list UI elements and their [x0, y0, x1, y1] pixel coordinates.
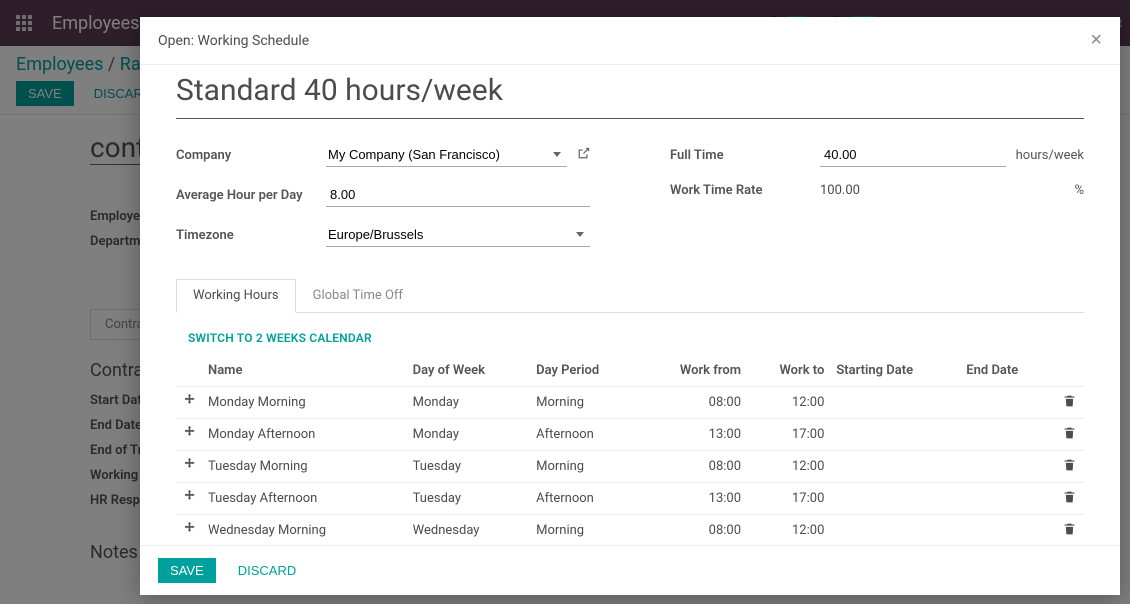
- cell-end[interactable]: [960, 419, 1054, 451]
- col-period: Day Period: [530, 355, 640, 387]
- cell-to[interactable]: 17:00: [747, 419, 830, 451]
- trash-icon[interactable]: [1054, 515, 1084, 546]
- trash-icon[interactable]: [1054, 451, 1084, 483]
- modal-footer: SAVE DISCARD: [140, 545, 1120, 595]
- table-row[interactable]: Tuesday AfternoonTuesdayAfternoon13:0017…: [176, 483, 1084, 515]
- cell-to[interactable]: 12:00: [747, 515, 830, 546]
- col-start: Starting Date: [830, 355, 960, 387]
- cell-end[interactable]: [960, 451, 1054, 483]
- full-time-unit: hours/week: [1016, 148, 1084, 163]
- form-grid: Company Average Hour per Day: [176, 139, 1084, 259]
- trash-icon[interactable]: [1054, 483, 1084, 515]
- cell-end[interactable]: [960, 387, 1054, 419]
- drag-handle-icon[interactable]: [176, 483, 202, 515]
- cell-end[interactable]: [960, 515, 1054, 546]
- drag-handle-icon[interactable]: [176, 515, 202, 546]
- cell-period[interactable]: Morning: [530, 387, 640, 419]
- col-name: Name: [202, 355, 407, 387]
- cell-name[interactable]: Wednesday Morning: [202, 515, 407, 546]
- cell-period[interactable]: Morning: [530, 515, 640, 546]
- external-link-icon[interactable]: [577, 147, 590, 164]
- work-rate-label: Work Time Rate: [670, 183, 820, 198]
- cell-start[interactable]: [830, 483, 960, 515]
- cell-from[interactable]: 13:00: [640, 419, 747, 451]
- cell-start[interactable]: [830, 419, 960, 451]
- cell-dow[interactable]: Monday: [407, 387, 530, 419]
- chevron-down-icon[interactable]: [576, 232, 584, 237]
- cell-to[interactable]: 12:00: [747, 451, 830, 483]
- col-dow: Day of Week: [407, 355, 530, 387]
- cell-dow[interactable]: Wednesday: [407, 515, 530, 546]
- form-col-right: Full Time hours/week Work Time Rate 100.…: [670, 139, 1084, 259]
- tab-global-time-off[interactable]: Global Time Off: [296, 279, 420, 312]
- cell-start[interactable]: [830, 451, 960, 483]
- chevron-down-icon[interactable]: [553, 152, 561, 157]
- drag-handle-icon[interactable]: [176, 451, 202, 483]
- cell-period[interactable]: Afternoon: [530, 419, 640, 451]
- table-row[interactable]: Wednesday MorningWednesdayMorning08:0012…: [176, 515, 1084, 546]
- cell-from[interactable]: 08:00: [640, 515, 747, 546]
- cell-to[interactable]: 17:00: [747, 483, 830, 515]
- cell-to[interactable]: 12:00: [747, 387, 830, 419]
- timezone-select[interactable]: [326, 225, 570, 244]
- cell-name[interactable]: Monday Morning: [202, 387, 407, 419]
- drag-handle-icon[interactable]: [176, 387, 202, 419]
- work-rate-unit: %: [1074, 183, 1084, 198]
- table-row[interactable]: Monday MorningMondayMorning08:0012:00: [176, 387, 1084, 419]
- company-select[interactable]: [326, 145, 547, 164]
- avg-hours-input[interactable]: [326, 183, 590, 207]
- modal-discard-button[interactable]: DISCARD: [226, 558, 309, 583]
- cell-end[interactable]: [960, 483, 1054, 515]
- trash-icon[interactable]: [1054, 387, 1084, 419]
- full-time-label: Full Time: [670, 148, 820, 163]
- cell-from[interactable]: 13:00: [640, 483, 747, 515]
- modal-tabs: Working Hours Global Time Off: [176, 279, 1084, 313]
- switch-calendar-link[interactable]: SWITCH TO 2 WEEKS CALENDAR: [188, 331, 372, 345]
- cell-from[interactable]: 08:00: [640, 451, 747, 483]
- col-from: Work from: [640, 355, 747, 387]
- cell-name[interactable]: Monday Afternoon: [202, 419, 407, 451]
- tab-working-hours[interactable]: Working Hours: [176, 279, 296, 313]
- cell-dow[interactable]: Tuesday: [407, 451, 530, 483]
- col-end: End Date: [960, 355, 1054, 387]
- table-row[interactable]: Monday AfternoonMondayAfternoon13:0017:0…: [176, 419, 1084, 451]
- modal-save-button[interactable]: SAVE: [158, 558, 216, 583]
- full-time-input[interactable]: [820, 143, 1006, 167]
- cell-name[interactable]: Tuesday Afternoon: [202, 483, 407, 515]
- cell-dow[interactable]: Tuesday: [407, 483, 530, 515]
- form-col-left: Company Average Hour per Day: [176, 139, 590, 259]
- table-row[interactable]: Tuesday MorningTuesdayMorning08:0012:00: [176, 451, 1084, 483]
- modal-header: Open: Working Schedule ×: [140, 17, 1120, 65]
- avg-hours-label: Average Hour per Day: [176, 188, 326, 203]
- col-to: Work to: [747, 355, 830, 387]
- schedule-table: Name Day of Week Day Period Work from Wo…: [176, 355, 1084, 545]
- cell-period[interactable]: Morning: [530, 451, 640, 483]
- trash-icon[interactable]: [1054, 419, 1084, 451]
- cell-period[interactable]: Afternoon: [530, 483, 640, 515]
- working-schedule-modal: Open: Working Schedule × Standard 40 hou…: [140, 17, 1120, 595]
- cell-start[interactable]: [830, 387, 960, 419]
- modal-header-title: Open: Working Schedule: [158, 33, 309, 49]
- cell-start[interactable]: [830, 515, 960, 546]
- schedule-title[interactable]: Standard 40 hours/week: [176, 65, 1084, 119]
- cell-from[interactable]: 08:00: [640, 387, 747, 419]
- drag-handle-icon[interactable]: [176, 419, 202, 451]
- cell-name[interactable]: Tuesday Morning: [202, 451, 407, 483]
- timezone-label: Timezone: [176, 228, 326, 243]
- close-icon[interactable]: ×: [1090, 29, 1102, 52]
- work-rate-value: 100.00: [820, 183, 1064, 198]
- cell-dow[interactable]: Monday: [407, 419, 530, 451]
- company-label: Company: [176, 148, 326, 163]
- modal-body: Standard 40 hours/week Company: [140, 65, 1120, 545]
